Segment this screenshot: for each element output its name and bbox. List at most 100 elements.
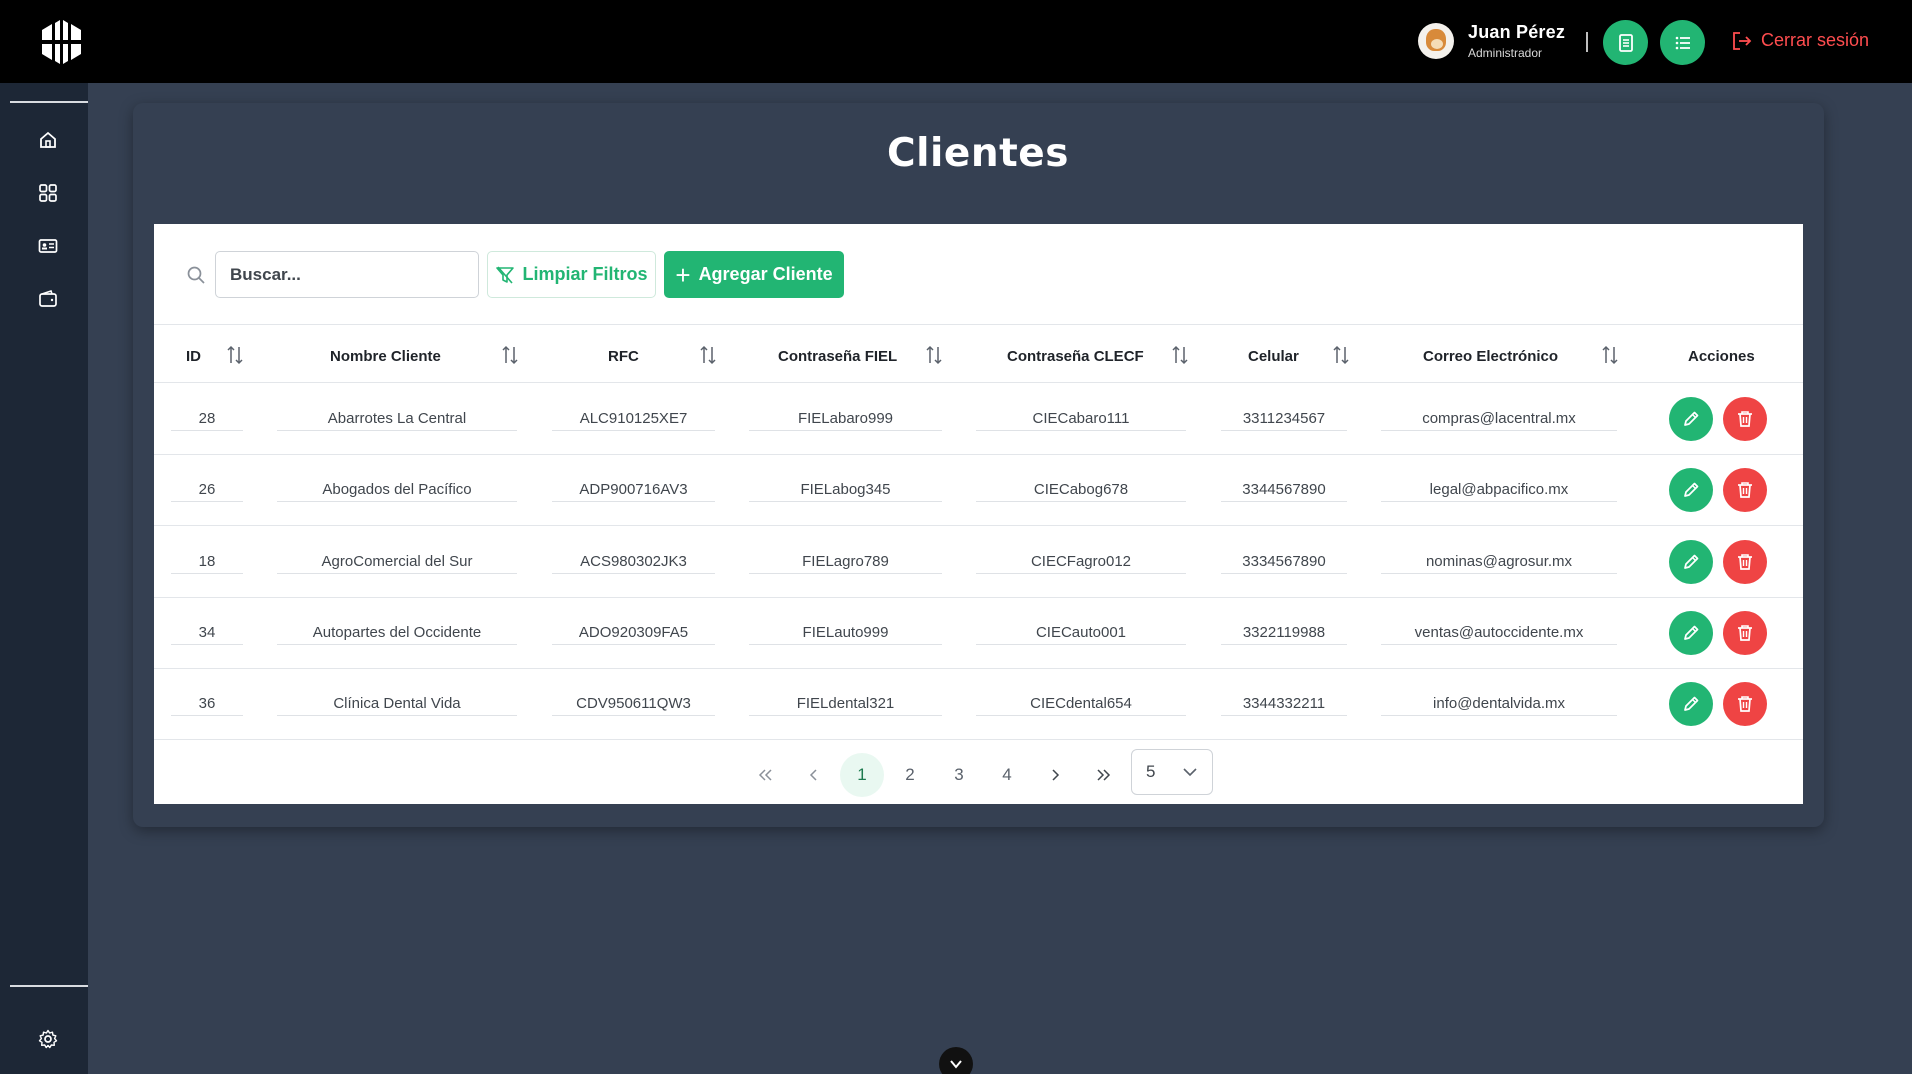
delete-button[interactable] (1723, 468, 1767, 512)
cell-correo: info@dentalvida.mx (1381, 692, 1617, 716)
row-divider (154, 668, 1803, 669)
chevron-down-icon (950, 1060, 962, 1069)
cell-correo: nominas@agrosur.mx (1381, 550, 1617, 574)
table-panel (154, 224, 1803, 804)
sort-icon[interactable] (698, 344, 718, 366)
logout-icon (1733, 31, 1752, 50)
cell-celular: 3322119988 (1221, 621, 1347, 645)
sort-icon[interactable] (924, 344, 944, 366)
cell-correo: legal@abpacifico.mx (1381, 478, 1617, 502)
delete-button[interactable] (1723, 611, 1767, 655)
cell-id: 34 (171, 621, 243, 645)
cell-fiel: FIELabog345 (749, 478, 942, 502)
cell-correo: compras@lacentral.mx (1381, 407, 1617, 431)
row-divider (154, 454, 1803, 455)
avatar (1418, 23, 1454, 59)
cell-clecf: CIECabaro111 (976, 407, 1186, 431)
sidebar-item-dashboard[interactable] (36, 181, 60, 205)
sidebar (0, 83, 88, 1074)
pencil-icon (1684, 554, 1699, 569)
chevron-down-icon (1183, 768, 1197, 777)
filter-off-icon (496, 265, 515, 284)
delete-button[interactable] (1723, 682, 1767, 726)
user-name: Juan Pérez (1468, 22, 1566, 42)
header-bottom-border (154, 382, 1803, 383)
user-profile[interactable]: Juan Pérez Administrador (1418, 22, 1565, 60)
search-icon (187, 266, 205, 284)
sidebar-item-settings[interactable] (36, 1027, 60, 1051)
delete-button[interactable] (1723, 540, 1767, 584)
table-top-border (154, 324, 1803, 325)
last-page-button[interactable] (1081, 753, 1125, 797)
sidebar-item-clients[interactable] (36, 234, 60, 258)
wallet-icon (39, 289, 57, 307)
sort-icon[interactable] (1170, 344, 1190, 366)
cell-nombre: Autopartes del Occidente (277, 621, 517, 645)
chevrons-right-icon (1097, 769, 1111, 781)
first-page-button[interactable] (744, 753, 788, 797)
row-divider (154, 525, 1803, 526)
sort-icon[interactable] (1331, 344, 1351, 366)
search-input[interactable] (215, 251, 479, 298)
plus-icon: + (675, 259, 691, 290)
edit-button[interactable] (1669, 397, 1713, 441)
sidebar-item-wallet[interactable] (36, 287, 60, 311)
trash-icon (1738, 411, 1752, 427)
cell-id: 26 (171, 478, 243, 502)
grid-icon (39, 184, 57, 202)
column-header-correo: Correo Electrónico (1423, 347, 1559, 365)
cell-nombre: Clínica Dental Vida (277, 692, 517, 716)
cell-celular: 3334567890 (1221, 550, 1347, 574)
app-logo[interactable] (38, 20, 84, 64)
add-client-button[interactable]: + Agregar Cliente (664, 251, 844, 298)
cell-rfc: ADP900716AV3 (552, 478, 715, 502)
list-icon (1675, 36, 1690, 49)
edit-button[interactable] (1669, 611, 1713, 655)
cell-nombre: AgroComercial del Sur (277, 550, 517, 574)
next-page-button[interactable] (1033, 753, 1077, 797)
sort-icon[interactable] (225, 344, 245, 366)
logout-label: Cerrar sesión (1761, 30, 1870, 50)
pagination-border (154, 739, 1803, 740)
cell-clecf: CIECdental654 (976, 692, 1186, 716)
cell-nombre: Abogados del Pacífico (277, 478, 517, 502)
edit-button[interactable] (1669, 540, 1713, 584)
cell-fiel: FIELagro789 (749, 550, 942, 574)
cell-id: 18 (171, 550, 243, 574)
page-button-4[interactable]: 4 (985, 753, 1029, 797)
page-button-3[interactable]: 3 (937, 753, 981, 797)
clear-filters-button[interactable]: Limpiar Filtros (487, 251, 656, 298)
cell-celular: 3311234567 (1221, 407, 1347, 431)
trash-icon (1738, 554, 1752, 570)
edit-button[interactable] (1669, 682, 1713, 726)
page-title: Clientes (887, 131, 1069, 176)
column-header-acciones: Acciones (1688, 347, 1755, 365)
sort-icon[interactable] (1600, 344, 1620, 366)
page-button-2[interactable]: 2 (888, 753, 932, 797)
column-header-id: ID (186, 347, 201, 365)
sidebar-divider-bottom (10, 985, 88, 987)
page-size-select[interactable]: 5 (1131, 749, 1213, 795)
page-button-1[interactable]: 1 (840, 753, 884, 797)
column-header-clecf: Contraseña CLECF (1007, 347, 1144, 365)
cell-fiel: FIELauto999 (749, 621, 942, 645)
sort-icon[interactable] (500, 344, 520, 366)
chevron-left-icon (809, 769, 817, 781)
chevrons-left-icon (758, 769, 772, 781)
logout-button[interactable]: Cerrar sesión (1731, 30, 1869, 51)
scroll-handle[interactable] (939, 1047, 973, 1074)
column-header-fiel: Contraseña FIEL (778, 347, 898, 365)
cell-clecf: CIECabog678 (976, 478, 1186, 502)
column-header-rfc: RFC (608, 347, 639, 365)
sidebar-divider (10, 101, 88, 103)
chevron-right-icon (1052, 769, 1060, 781)
reports-button[interactable] (1603, 20, 1648, 65)
cell-clecf: CIECFagro012 (976, 550, 1186, 574)
user-role: Administrador (1468, 46, 1543, 60)
prev-page-button[interactable] (792, 753, 836, 797)
pencil-icon (1684, 482, 1699, 497)
delete-button[interactable] (1723, 397, 1767, 441)
cell-id: 28 (171, 407, 243, 431)
menu-button[interactable] (1660, 20, 1705, 65)
edit-button[interactable] (1669, 468, 1713, 512)
